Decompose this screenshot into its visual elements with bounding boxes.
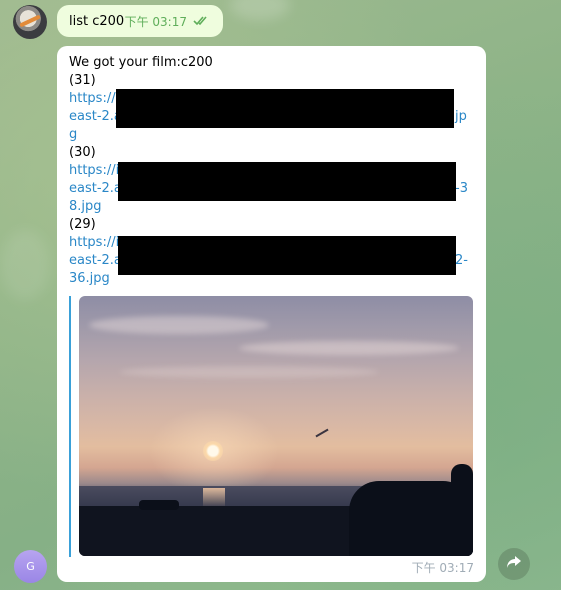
outgoing-message-text: list c200 — [69, 13, 125, 29]
outgoing-message-time: 下午 03:17 — [124, 14, 187, 29]
link-fragment: east-2.a — [69, 253, 122, 268]
incoming-message-time: 下午 03:17 — [411, 561, 474, 575]
double-check-icon — [193, 16, 211, 26]
link-fragment: -3 — [455, 181, 468, 196]
link-fragment: 2- — [455, 253, 468, 268]
item-number: (31) — [69, 73, 96, 88]
image-link[interactable]: g — [69, 126, 474, 144]
link-preview[interactable] — [69, 296, 473, 557]
redaction-box — [116, 89, 454, 128]
outgoing-message-meta: 下午 03:17 — [125, 13, 211, 30]
link-fragment: east-2.a — [69, 181, 122, 196]
user-avatar[interactable] — [13, 5, 47, 39]
incoming-message-bubble[interactable]: We got your film:c200 (31) https://i eas… — [57, 46, 486, 582]
message-heading: We got your film:c200 — [69, 55, 213, 70]
forward-arrow-icon — [506, 555, 522, 573]
item-number: (29) — [69, 217, 96, 232]
avatar-initial: G — [26, 560, 35, 573]
item-number: (30) — [69, 145, 96, 160]
sender-avatar[interactable]: G — [14, 550, 47, 583]
link-fragment: east-2.a — [69, 109, 122, 124]
sunset-beach-photo[interactable] — [79, 296, 473, 556]
redaction-box — [118, 236, 456, 275]
link-fragment: jp — [455, 109, 467, 124]
outgoing-message-bubble[interactable]: list c200 下午 03:17 — [57, 5, 223, 37]
redaction-box — [118, 162, 456, 201]
forward-button[interactable] — [498, 548, 530, 580]
